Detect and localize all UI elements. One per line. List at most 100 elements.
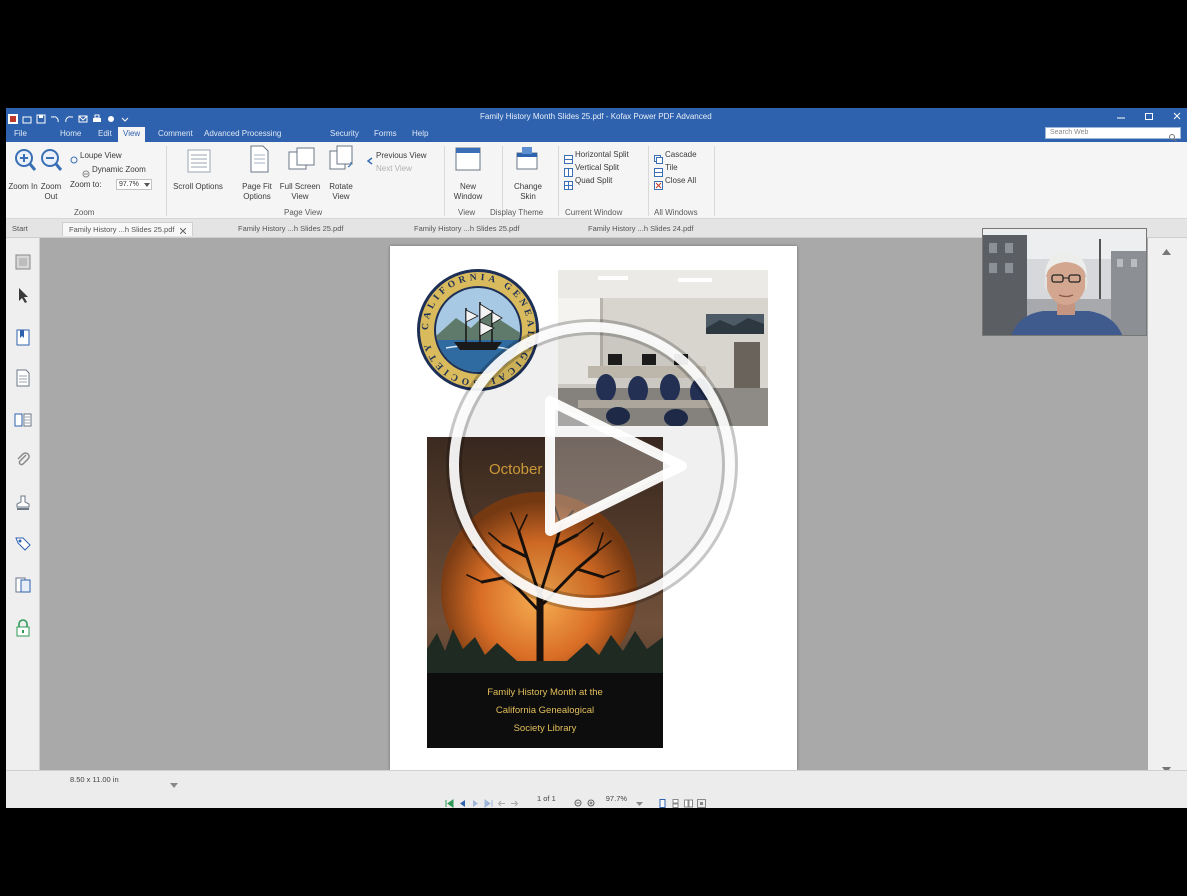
close-all-icon: [654, 177, 663, 195]
page-size-readout: 8.50 x 11.00 in: [70, 775, 119, 784]
select-arrow-icon[interactable]: [14, 286, 32, 304]
presenter-webcam: [982, 228, 1147, 336]
maximize-button[interactable]: [1143, 109, 1155, 121]
full-screen-icon[interactable]: [288, 147, 316, 176]
save-icon[interactable]: [36, 111, 46, 124]
document-tab[interactable]: Family History ...h Slides 25.pdf: [408, 222, 525, 236]
pages-panel-icon[interactable]: [14, 253, 32, 271]
open-icon[interactable]: [22, 111, 32, 124]
zoom-group-label: Zoom: [74, 208, 95, 217]
undo-icon[interactable]: [50, 111, 60, 123]
customize-toolbar-icon[interactable]: [120, 111, 130, 122]
play-button[interactable]: [440, 315, 750, 625]
chevron-down-icon[interactable]: [170, 776, 178, 794]
page-indicator[interactable]: 1 of 1: [537, 794, 556, 804]
close-icon[interactable]: [180, 227, 187, 235]
page-fit-icon[interactable]: [248, 145, 270, 178]
document-tab[interactable]: Family History ...h Slides 24.pdf: [582, 222, 699, 236]
lock-icon[interactable]: [14, 619, 32, 637]
document-tab-label: Family History ...h Slides 25.pdf: [414, 224, 520, 233]
new-window-button[interactable]: New Window: [446, 182, 490, 202]
previous-page-icon[interactable]: [458, 795, 467, 807]
tab-advanced-processing[interactable]: Advanced Processing: [204, 129, 281, 139]
change-skin-button[interactable]: Change Skin: [506, 182, 550, 202]
zoom-in-button[interactable]: Zoom In: [8, 182, 38, 192]
redo-icon[interactable]: [64, 111, 74, 123]
new-window-icon[interactable]: [454, 146, 482, 177]
ribbon-divider: [444, 146, 445, 216]
first-page-icon[interactable]: [445, 795, 454, 808]
quad-split-icon: [564, 177, 573, 195]
ribbon-divider: [558, 146, 559, 216]
document-tab[interactable]: Family History ...h Slides 25.pdf: [62, 222, 194, 236]
bookmark-icon[interactable]: [14, 328, 32, 346]
attachment-icon[interactable]: [14, 451, 32, 469]
last-page-icon[interactable]: [484, 795, 493, 808]
stamp-icon[interactable]: [14, 494, 32, 512]
tab-edit[interactable]: Edit: [98, 129, 112, 139]
cascade-button[interactable]: Cascade: [665, 150, 697, 160]
scroll-up-icon[interactable]: [1162, 242, 1171, 260]
print-icon[interactable]: [92, 111, 102, 122]
scroll-options-button[interactable]: Scroll Options: [171, 182, 225, 192]
rotate-view-icon[interactable]: [329, 145, 353, 176]
vertical-split-button[interactable]: Vertical Split: [575, 163, 619, 173]
hand-tool-icon[interactable]: [106, 111, 116, 122]
zoom-out-button[interactable]: Zoom Out: [36, 182, 66, 202]
layers-icon[interactable]: [14, 576, 32, 594]
tab-file[interactable]: File: [14, 129, 27, 139]
ribbon: Zoom In Zoom Out Loupe View Dynamic Zoom…: [6, 142, 1187, 219]
next-view-button[interactable]: Next View: [376, 164, 412, 174]
search-placeholder: Search Web: [1050, 129, 1089, 136]
ribbon-divider: [502, 146, 503, 216]
vertical-scrollbar[interactable]: [1148, 238, 1187, 773]
quick-access-toolbar: [8, 111, 130, 124]
tile-button[interactable]: Tile: [665, 163, 678, 173]
previous-view-button[interactable]: Previous View: [376, 151, 427, 161]
zoom-out-icon[interactable]: [40, 148, 63, 177]
search-input[interactable]: Search Web: [1045, 127, 1181, 142]
document-tab[interactable]: Family History ...h Slides 25.pdf: [232, 222, 349, 236]
minimize-button[interactable]: [1115, 109, 1127, 121]
page-icon[interactable]: [14, 369, 32, 387]
zoom-readout[interactable]: 97.7%: [606, 794, 627, 804]
zoom-level-select[interactable]: 97.7%: [116, 179, 152, 190]
rotate-view-button[interactable]: Rotate View: [320, 182, 362, 202]
zoom-in-icon[interactable]: [14, 148, 37, 177]
forward-icon[interactable]: [510, 795, 519, 806]
document-tab-label: Family History ...h Slides 25.pdf: [69, 225, 175, 234]
close-all-button[interactable]: Close All: [665, 176, 696, 186]
chevron-down-icon[interactable]: [635, 795, 644, 806]
loupe-view-button[interactable]: Loupe View: [80, 151, 122, 161]
search-icon[interactable]: [1168, 129, 1177, 142]
tab-comment[interactable]: Comment: [158, 129, 193, 139]
back-icon[interactable]: [497, 795, 506, 806]
video-thumbnail: Family History Month Slides 25.pdf - Kof…: [0, 0, 1187, 896]
email-icon[interactable]: [78, 111, 88, 123]
zoom-in-icon[interactable]: [587, 795, 596, 806]
next-page-icon[interactable]: [471, 795, 480, 807]
dynamic-zoom-button[interactable]: Dynamic Zoom: [92, 165, 146, 175]
zoom-out-icon[interactable]: [574, 795, 583, 806]
horizontal-split-button[interactable]: Horizontal Split: [575, 150, 629, 160]
quad-split-button[interactable]: Quad Split: [575, 176, 612, 186]
window-controls: [1115, 109, 1183, 121]
tab-security[interactable]: Security: [330, 129, 359, 139]
continuous-page-icon[interactable]: [671, 795, 680, 808]
thumbnails-icon[interactable]: [14, 411, 32, 429]
title-bar: Family History Month Slides 25.pdf - Kof…: [6, 108, 1187, 125]
presenter-video-frame: [983, 229, 1146, 335]
single-page-icon[interactable]: [658, 795, 667, 808]
tab-view[interactable]: View: [118, 127, 146, 142]
tag-icon[interactable]: [14, 534, 32, 552]
fit-page-icon[interactable]: [697, 795, 707, 808]
tab-home[interactable]: Home: [60, 129, 81, 139]
tab-start[interactable]: Start: [6, 222, 34, 236]
change-skin-icon[interactable]: [513, 145, 541, 178]
tab-help[interactable]: Help: [412, 129, 428, 139]
poster-text-line: Society Library: [513, 723, 577, 734]
tab-forms[interactable]: Forms: [374, 129, 397, 139]
close-button[interactable]: [1171, 109, 1183, 121]
scroll-options-icon[interactable]: [186, 148, 212, 179]
facing-pages-icon[interactable]: [684, 795, 694, 807]
